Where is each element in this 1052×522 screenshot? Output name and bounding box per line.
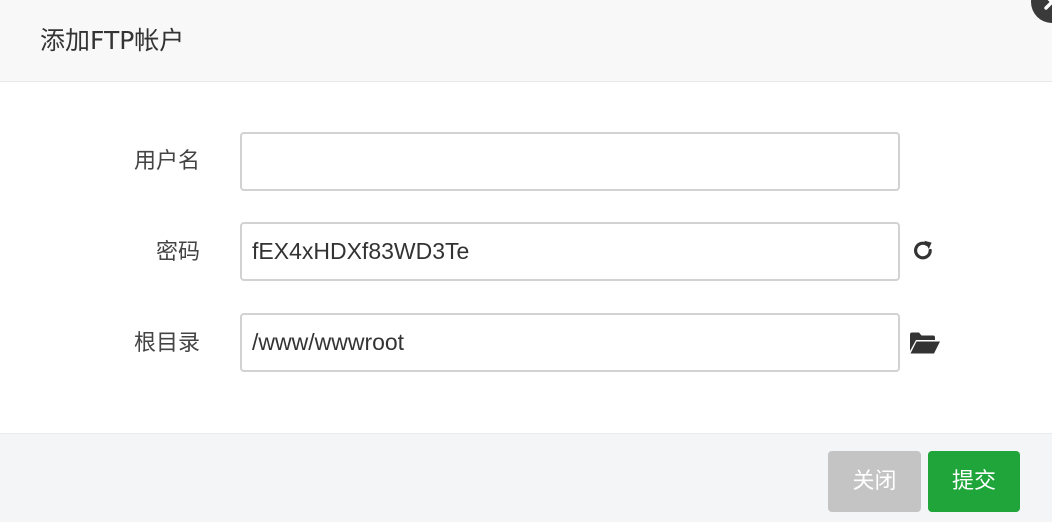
submit-button[interactable]: 提交 bbox=[928, 451, 1020, 512]
add-ftp-account-dialog: 添加FTP帐户 用户名 密码 根目录 关闭 提交 bbox=[0, 0, 1052, 522]
refresh-icon[interactable] bbox=[910, 238, 936, 264]
password-input[interactable] bbox=[240, 222, 900, 281]
close-icon bbox=[1044, 0, 1052, 10]
dialog-header: 添加FTP帐户 bbox=[0, 0, 1052, 82]
username-label: 用户名 bbox=[133, 149, 200, 174]
root-dir-label: 根目录 bbox=[133, 331, 200, 356]
password-label: 密码 bbox=[155, 240, 200, 265]
username-input[interactable] bbox=[240, 132, 900, 191]
folder-open-icon[interactable] bbox=[909, 331, 941, 355]
dialog-title: 添加FTP帐户 bbox=[40, 26, 185, 55]
root-dir-input[interactable] bbox=[240, 313, 900, 372]
close-button[interactable]: 关闭 bbox=[828, 451, 921, 512]
